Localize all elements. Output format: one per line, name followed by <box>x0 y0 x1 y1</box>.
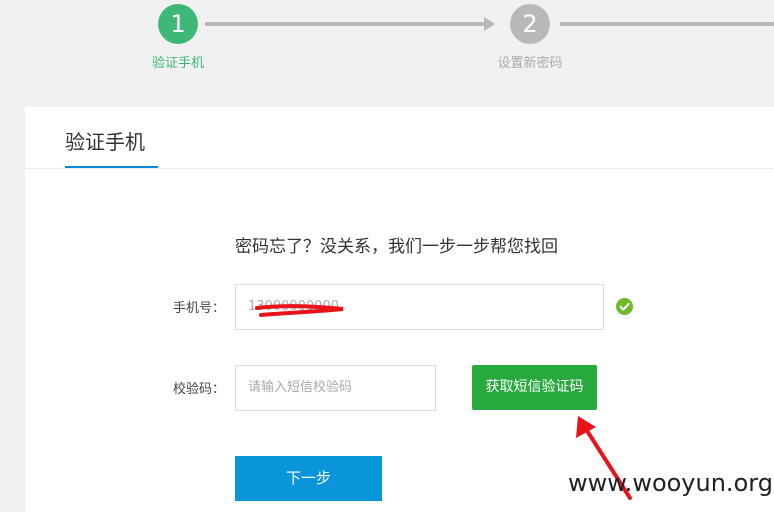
card-header: 验证手机 <box>25 107 774 169</box>
step-2-number: 2 <box>510 4 550 44</box>
title-underline <box>65 166 158 168</box>
verify-phone-card: 验证手机 密码忘了？没关系，我们一步一步帮您找回 手机号： 1300000000… <box>25 107 774 512</box>
code-input[interactable]: 请输入短信校验码 <box>235 365 436 411</box>
step-connector-2 <box>560 22 774 26</box>
step-1-label: 验证手机 <box>151 56 204 71</box>
step-connector <box>205 22 487 26</box>
check-circle-icon <box>616 298 633 315</box>
phone-label: 手机号： <box>173 301 226 316</box>
next-step-button[interactable]: 下一步 <box>235 456 382 501</box>
slogan: 密码忘了？没关系，我们一步一步帮您找回 <box>235 237 558 257</box>
code-label: 校验码： <box>173 382 226 397</box>
redaction-mark <box>255 304 344 317</box>
get-sms-code-button[interactable]: 获取短信验证码 <box>472 365 597 410</box>
watermark: www.wooyun.org <box>568 469 773 497</box>
step-1: 1 验证手机 <box>145 4 211 71</box>
step-2: 2 设置新密码 <box>493 4 567 71</box>
step-1-number: 1 <box>158 4 198 44</box>
step-progress-bar: 1 验证手机 2 设置新密码 <box>0 0 774 90</box>
card-title: 验证手机 <box>65 130 145 154</box>
step-2-label: 设置新密码 <box>497 56 563 71</box>
